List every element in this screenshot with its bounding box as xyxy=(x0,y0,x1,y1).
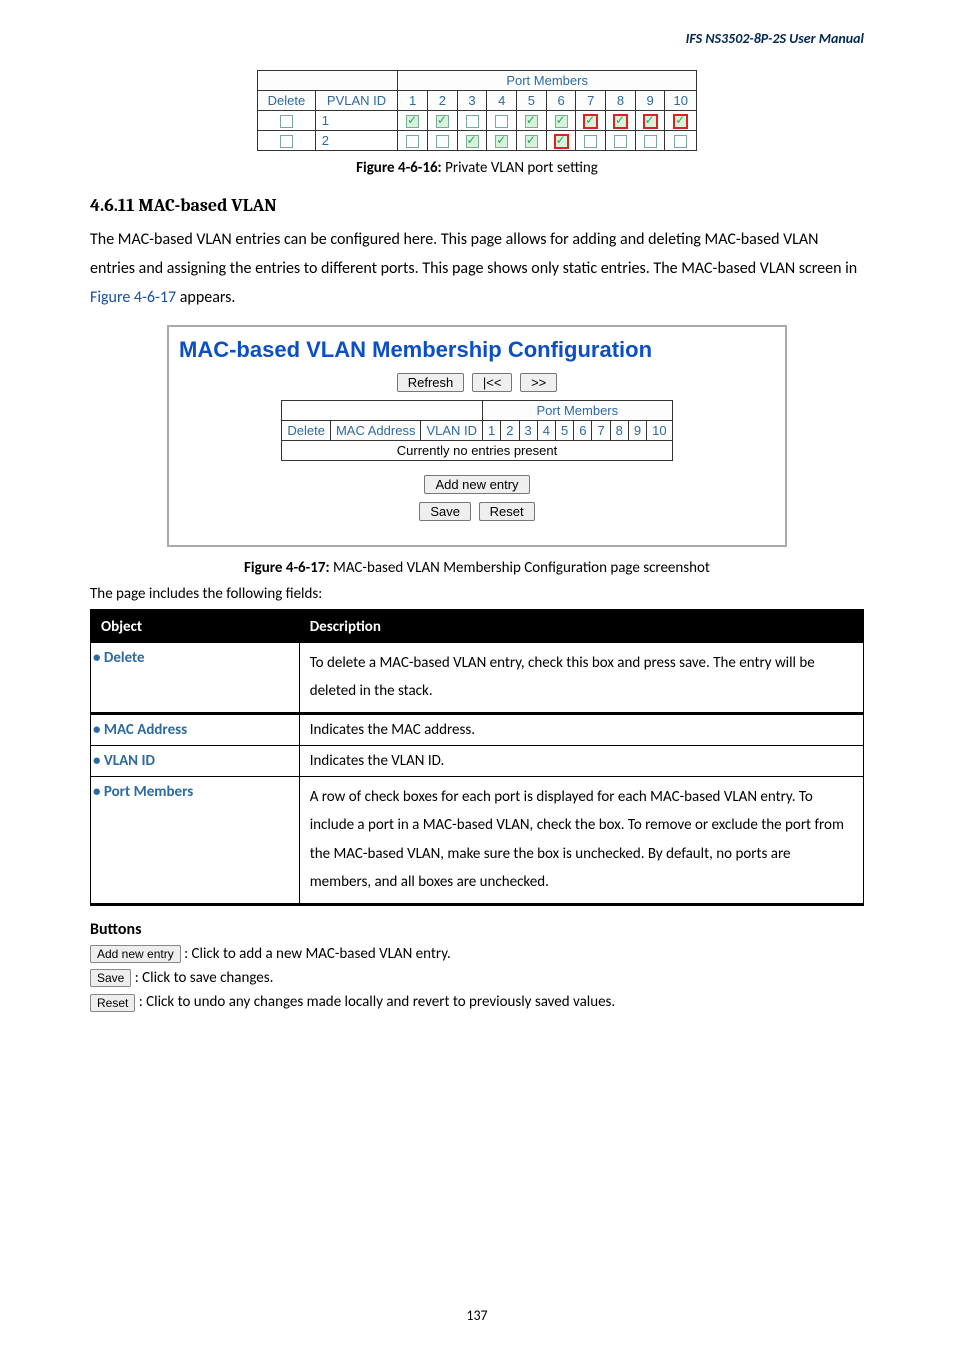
port-checkbox[interactable] xyxy=(644,115,657,128)
col-delete: Delete xyxy=(282,420,331,440)
add-entry-button[interactable]: Add new entry xyxy=(424,475,529,494)
col-delete: Delete xyxy=(258,91,316,111)
doc-header: IFS NS3502-8P-2S User Manual xyxy=(686,30,864,47)
col-3: 3 xyxy=(457,91,487,111)
figure-caption: Figure 4-6-16: Private VLAN port setting xyxy=(90,159,864,177)
reset-button[interactable]: Reset xyxy=(479,502,535,521)
button-desc: Reset : Click to undo any changes made l… xyxy=(90,993,864,1011)
figure-caption: Figure 4-6-17: MAC-based VLAN Membership… xyxy=(90,559,864,577)
table-row: 1 xyxy=(258,111,697,131)
button-desc: Save : Click to save changes. xyxy=(90,969,864,987)
refresh-button[interactable]: Refresh xyxy=(397,373,465,392)
col-4: 4 xyxy=(487,91,517,111)
table-row: 2 xyxy=(258,131,697,151)
col-10: 10 xyxy=(665,91,697,111)
port-checkbox[interactable] xyxy=(406,135,419,148)
col-7: 7 xyxy=(576,91,606,111)
reset-button-icon: Reset xyxy=(90,994,135,1012)
port-checkbox[interactable] xyxy=(674,115,687,128)
col-9: 9 xyxy=(635,91,665,111)
col-mac: MAC Address xyxy=(330,420,420,440)
port-checkbox[interactable] xyxy=(614,115,627,128)
col-5: 5 xyxy=(517,91,547,111)
port-checkbox[interactable] xyxy=(436,115,449,128)
config-panel: MAC-based VLAN Membership Configuration … xyxy=(167,325,787,547)
port-checkbox[interactable] xyxy=(674,135,687,148)
col-description: Description xyxy=(299,610,863,642)
col-1: 1 xyxy=(398,91,428,111)
col-object: Object xyxy=(91,610,300,642)
paragraph: The MAC-based VLAN entries can be config… xyxy=(90,226,864,312)
next-button[interactable]: >> xyxy=(520,373,557,392)
port-checkbox[interactable] xyxy=(466,115,479,128)
object-table: Object Description • Delete To delete a … xyxy=(90,609,864,906)
port-checkbox[interactable] xyxy=(555,115,568,128)
port-members-header: Port Members xyxy=(398,71,697,91)
table-row: • MAC Address Indicates the MAC address. xyxy=(91,713,864,745)
port-checkbox[interactable] xyxy=(495,115,508,128)
col-6: 6 xyxy=(546,91,576,111)
pvlan-port-table: Port Members Delete PVLAN ID 1 2 3 4 5 6… xyxy=(257,70,697,151)
port-members-header: Port Members xyxy=(483,400,673,420)
section-heading: 4.6.11 MAC-based VLAN xyxy=(90,195,864,216)
port-checkbox[interactable] xyxy=(614,135,627,148)
first-button[interactable]: |<< xyxy=(472,373,513,392)
port-checkbox[interactable] xyxy=(584,115,597,128)
port-checkbox[interactable] xyxy=(495,135,508,148)
col-2: 2 xyxy=(427,91,457,111)
col-pvlanid: PVLAN ID xyxy=(315,91,398,111)
paragraph: The page includes the following fields: xyxy=(90,585,864,603)
col-vlan: VLAN ID xyxy=(421,420,483,440)
empty-row: Currently no entries present xyxy=(282,440,672,460)
port-checkbox[interactable] xyxy=(555,135,568,148)
pvlan-id-cell: 2 xyxy=(315,131,398,151)
port-checkbox[interactable] xyxy=(525,135,538,148)
button-desc: Add new entry : Click to add a new MAC-b… xyxy=(90,945,864,963)
port-checkbox[interactable] xyxy=(525,115,538,128)
port-checkbox[interactable] xyxy=(406,115,419,128)
col-8: 8 xyxy=(606,91,636,111)
table-row: • Delete To delete a MAC-based VLAN entr… xyxy=(91,642,864,713)
delete-checkbox[interactable] xyxy=(280,115,293,128)
panel-title: MAC-based VLAN Membership Configuration xyxy=(179,337,775,363)
mac-vlan-table: Port Members Delete MAC Address VLAN ID … xyxy=(281,400,672,461)
delete-checkbox[interactable] xyxy=(280,135,293,148)
port-checkbox[interactable] xyxy=(466,135,479,148)
pvlan-id-cell: 1 xyxy=(315,111,398,131)
port-checkbox[interactable] xyxy=(644,135,657,148)
table-row: • VLAN ID Indicates the VLAN ID. xyxy=(91,745,864,776)
add-entry-button-icon: Add new entry xyxy=(90,945,181,963)
buttons-heading: Buttons xyxy=(90,920,864,939)
save-button[interactable]: Save xyxy=(419,502,471,521)
figure-link: Figure 4-6-17 xyxy=(90,288,176,307)
port-checkbox[interactable] xyxy=(584,135,597,148)
port-checkbox[interactable] xyxy=(436,135,449,148)
table-row: • Port Members A row of check boxes for … xyxy=(91,776,864,904)
page-number: 137 xyxy=(466,1307,487,1324)
save-button-icon: Save xyxy=(90,969,131,987)
